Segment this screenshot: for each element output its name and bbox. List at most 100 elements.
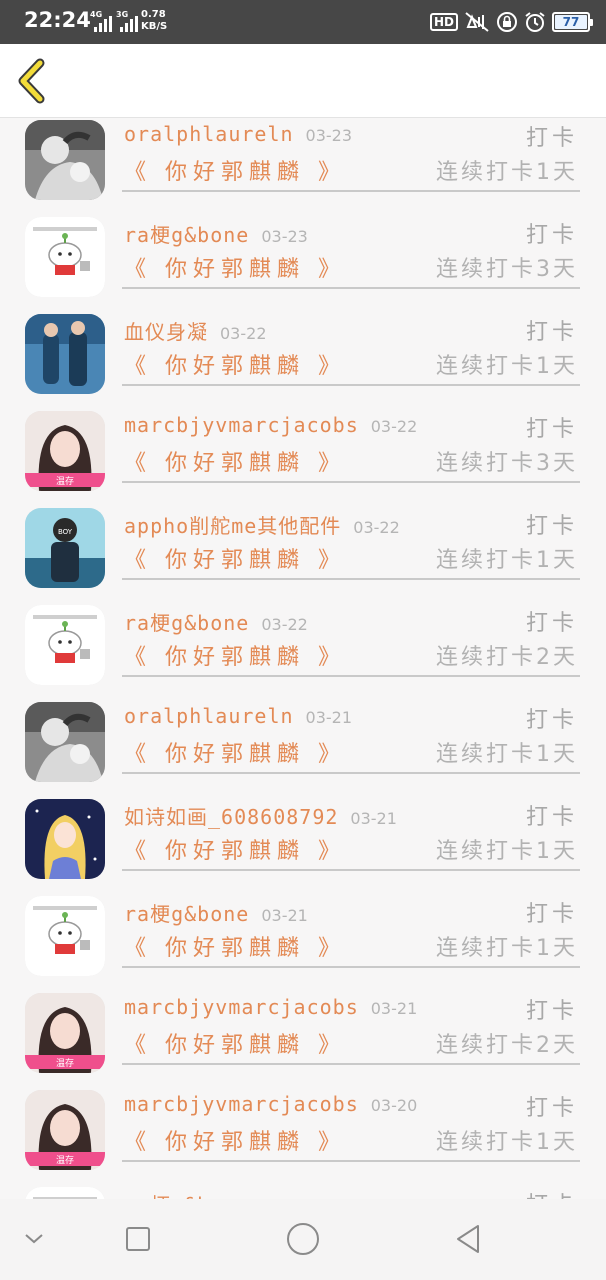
battery-icon: 77 xyxy=(552,12,593,32)
avatar[interactable] xyxy=(25,217,105,297)
list-item[interactable]: BOY appho削舵me其他配件 03-22 打卡 《 你好郭麒麟 》 连续打卡… xyxy=(0,508,606,605)
checkin-label: 打卡 xyxy=(525,708,578,733)
checkin-date: 03-23 xyxy=(305,126,353,145)
avatar[interactable]: 温存 xyxy=(25,1090,105,1170)
nav-recents-button[interactable] xyxy=(116,1217,160,1261)
avatar[interactable] xyxy=(25,120,105,200)
divider xyxy=(122,287,580,289)
topic-link[interactable]: 《 你好郭麒麟 》 xyxy=(124,445,346,477)
name-line: 血仪身凝 03-22 xyxy=(124,316,267,345)
checkin-label: 打卡 xyxy=(525,417,578,442)
checkin-date: 03-22 xyxy=(220,324,267,343)
divider xyxy=(122,1160,580,1162)
avatar[interactable] xyxy=(25,1187,105,1199)
checkin-label: 打卡 xyxy=(525,223,578,248)
chevron-down-icon xyxy=(25,1234,43,1244)
topic-link[interactable]: 《 你好郭麒麟 》 xyxy=(124,1027,346,1059)
avatar[interactable]: 温存 xyxy=(25,411,105,491)
checkin-label: 打卡 xyxy=(525,902,578,927)
name-line: ra梗g&bone 03-21 xyxy=(124,898,308,927)
topic-link[interactable]: 《 你好郭麒麟 》 xyxy=(124,930,346,962)
lock-rotation-icon xyxy=(496,11,518,33)
list-item[interactable]: 温存 marcbjyvmarcjacobs 03-20 打卡 《 你好郭麒麟 》 … xyxy=(0,1090,606,1187)
avatar[interactable] xyxy=(25,702,105,782)
nav-back-button[interactable] xyxy=(446,1217,490,1261)
divider xyxy=(122,869,580,871)
checkin-label: 打卡 xyxy=(526,1187,578,1199)
username[interactable]: appho削舵me其他配件 xyxy=(124,514,341,538)
streak-count: 连续打卡1天 xyxy=(436,1130,578,1155)
list-item[interactable]: ra梗g&bone 03-23 打卡 《 你好郭麒麟 》 连续打卡3天 xyxy=(0,217,606,314)
checkin-date: 03-22 xyxy=(370,417,418,436)
name-line: oralphlaureln 03-21 xyxy=(124,704,352,728)
username[interactable]: ra梗g&bone xyxy=(124,611,249,635)
topic-link[interactable]: 《 你好郭麒麟 》 xyxy=(124,154,346,186)
nav-home-button[interactable] xyxy=(281,1217,325,1261)
username[interactable]: 血仪身凝 xyxy=(124,320,208,344)
name-line: oralphlaureln 03-23 xyxy=(124,122,352,146)
list-item[interactable]: ra梗g&bone 03-21 打卡 《 你好郭麒麟 》 连续打卡1天 xyxy=(0,896,606,993)
checkin-list[interactable]: oralphlaureln 03-23 打卡 《 你好郭麒麟 》 连续打卡1天 r… xyxy=(0,119,606,1199)
topic-link[interactable]: 《 你好郭麒麟 》 xyxy=(124,639,346,671)
avatar[interactable] xyxy=(25,896,105,976)
name-line: marcbjyvmarcjacobs 03-21 xyxy=(124,995,417,1019)
username[interactable]: ra梗g&bone xyxy=(124,223,249,247)
avatar[interactable] xyxy=(25,605,105,685)
divider xyxy=(122,481,580,483)
streak-count: 连续打卡3天 xyxy=(436,257,578,282)
checkin-label: 打卡 xyxy=(525,805,578,830)
name-line: appho削舵me其他配件 03-22 xyxy=(124,510,400,539)
streak-count: 连续打卡1天 xyxy=(436,160,578,185)
app-header xyxy=(0,44,606,118)
circle-icon xyxy=(287,1223,319,1255)
topic-link[interactable]: 《 你好郭麒麟 》 xyxy=(124,251,346,283)
nav-hide-button[interactable] xyxy=(12,1217,56,1261)
streak-count: 连续打卡1天 xyxy=(436,742,578,767)
streak-count: 连续打卡2天 xyxy=(436,645,578,670)
svg-text:温存: 温存 xyxy=(56,475,74,487)
avatar[interactable]: 温存 xyxy=(25,993,105,1073)
username[interactable]: marcbjyvmarcjacobs xyxy=(124,995,359,1019)
username[interactable]: marcbjyvmarcjacobs xyxy=(124,1092,359,1116)
topic-link[interactable]: 《 你好郭麒麟 》 xyxy=(124,1124,346,1156)
topic-link[interactable]: 《 你好郭麒麟 》 xyxy=(124,833,346,865)
divider xyxy=(122,966,580,968)
list-item[interactable]: oralphlaureln 03-23 打卡 《 你好郭麒麟 》 连续打卡1天 xyxy=(0,120,606,217)
username[interactable]: oralphlaureln xyxy=(124,122,294,146)
network-speed: 0.78 KB/S xyxy=(141,9,167,33)
username[interactable]: ra梗g&bone xyxy=(124,902,249,926)
checkin-label: 打卡 xyxy=(525,126,578,151)
back-button[interactable] xyxy=(10,58,58,106)
topic-link[interactable]: 《 你好郭麒麟 》 xyxy=(124,736,346,768)
checkin-label: 打卡 xyxy=(525,1096,578,1121)
list-item[interactable]: ra梗g&bone03-19 打卡 xyxy=(0,1187,606,1199)
list-item[interactable]: 如诗如画_608608792 03-21 打卡 《 你好郭麒麟 》 连续打卡1天 xyxy=(0,799,606,896)
divider xyxy=(122,190,580,192)
checkin-label: 打卡 xyxy=(525,999,578,1024)
list-item[interactable]: 温存 marcbjyvmarcjacobs 03-22 打卡 《 你好郭麒麟 》 … xyxy=(0,411,606,508)
checkin-date: 03-21 xyxy=(261,906,308,925)
username[interactable]: marcbjyvmarcjacobs xyxy=(124,413,359,437)
name-line: marcbjyvmarcjacobs 03-20 xyxy=(124,1092,417,1116)
topic-link[interactable]: 《 你好郭麒麟 》 xyxy=(124,542,346,574)
name-line: ra梗g&bone03-19 xyxy=(124,1189,308,1199)
list-item[interactable]: 温存 marcbjyvmarcjacobs 03-21 打卡 《 你好郭麒麟 》 … xyxy=(0,993,606,1090)
username[interactable]: 如诗如画_608608792 xyxy=(124,805,338,829)
checkin-label: 打卡 xyxy=(525,611,578,636)
list-item[interactable]: oralphlaureln 03-21 打卡 《 你好郭麒麟 》 连续打卡1天 xyxy=(0,702,606,799)
avatar[interactable] xyxy=(25,799,105,879)
checkin-date: 03-21 xyxy=(305,708,353,727)
topic-link[interactable]: 《 你好郭麒麟 》 xyxy=(124,348,346,380)
divider xyxy=(122,1063,580,1065)
avatar[interactable]: BOY xyxy=(25,508,105,588)
divider xyxy=(122,772,580,774)
checkin-label: 打卡 xyxy=(525,514,578,539)
avatar[interactable] xyxy=(25,314,105,394)
signal-4g-icon: 4G xyxy=(90,10,116,36)
list-item[interactable]: ra梗g&bone 03-22 打卡 《 你好郭麒麟 》 连续打卡2天 xyxy=(0,605,606,702)
username[interactable]: oralphlaureln xyxy=(124,704,294,728)
checkin-date: 03-23 xyxy=(261,227,308,246)
speed-unit: KB/S xyxy=(141,21,168,32)
checkin-date: 03-20 xyxy=(370,1096,418,1115)
list-item[interactable]: 血仪身凝 03-22 打卡 《 你好郭麒麟 》 连续打卡1天 xyxy=(0,314,606,411)
